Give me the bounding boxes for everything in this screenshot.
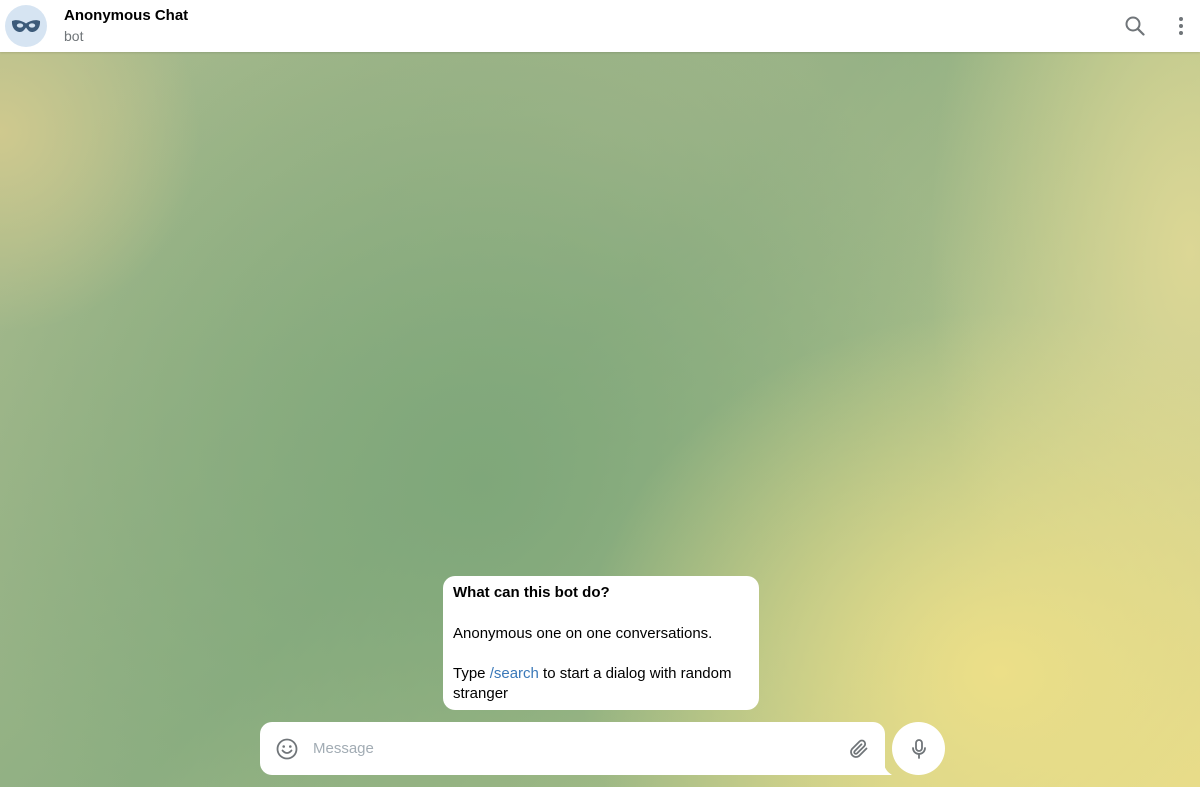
chat-header: Anonymous Chat bot bbox=[0, 0, 1200, 52]
search-icon bbox=[1125, 16, 1145, 36]
bot-info-description: Anonymous one on one conversations. bbox=[453, 625, 713, 642]
composer-tail bbox=[883, 757, 892, 775]
chat-status: bot bbox=[64, 28, 84, 44]
smile-icon bbox=[276, 738, 297, 759]
emoji-button[interactable] bbox=[274, 736, 299, 761]
message-composer bbox=[260, 722, 885, 775]
bot-info-card: What can this bot do? Anonymous one on o… bbox=[443, 576, 759, 710]
instructions-prefix: Type bbox=[453, 665, 490, 682]
more-menu-button[interactable] bbox=[1167, 12, 1195, 40]
bot-info-instructions: Type /search to start a dialog with rand… bbox=[453, 664, 749, 704]
voice-message-button[interactable] bbox=[892, 722, 945, 775]
bot-info-title: What can this bot do? bbox=[453, 584, 610, 601]
message-input[interactable] bbox=[313, 735, 833, 761]
mask-icon bbox=[11, 20, 41, 32]
chat-title[interactable]: Anonymous Chat bbox=[64, 7, 188, 24]
attach-button[interactable] bbox=[846, 736, 871, 761]
more-vertical-icon bbox=[1179, 17, 1183, 35]
search-command-link[interactable]: /search bbox=[490, 665, 539, 682]
microphone-icon bbox=[911, 738, 926, 759]
avatar[interactable] bbox=[5, 5, 47, 47]
search-button[interactable] bbox=[1121, 12, 1149, 40]
paperclip-icon bbox=[849, 739, 867, 758]
